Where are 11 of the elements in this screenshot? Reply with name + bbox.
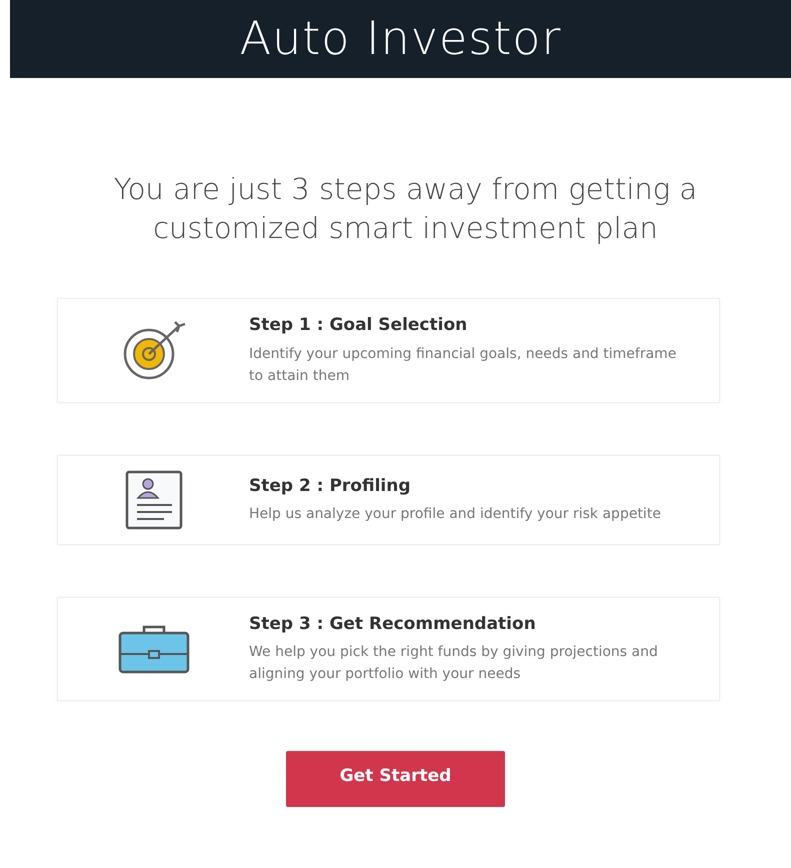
profile-document-icon (124, 470, 184, 530)
headline: You are just 3 steps away from getting a customized smart investment plan (112, 171, 698, 248)
step-description: Help us analyze your profile and identify your risk appetite (249, 505, 662, 524)
step-title: Step 2 : Profiling (249, 474, 412, 498)
step-title: Step 1 : Goal Selection (249, 314, 468, 338)
step-description: Identify your upcoming financial goals, needs and timeframe to attain them (249, 344, 678, 386)
get-started-button[interactable]: Get Started (286, 750, 505, 807)
app-title: Auto Investor (240, 11, 562, 67)
briefcase-icon (118, 624, 190, 674)
step-title: Step 3 : Get Recommendation (249, 612, 537, 636)
step-description: We help you pick the right funds by giving projections and aligning your portfolio with your needs (249, 643, 659, 684)
